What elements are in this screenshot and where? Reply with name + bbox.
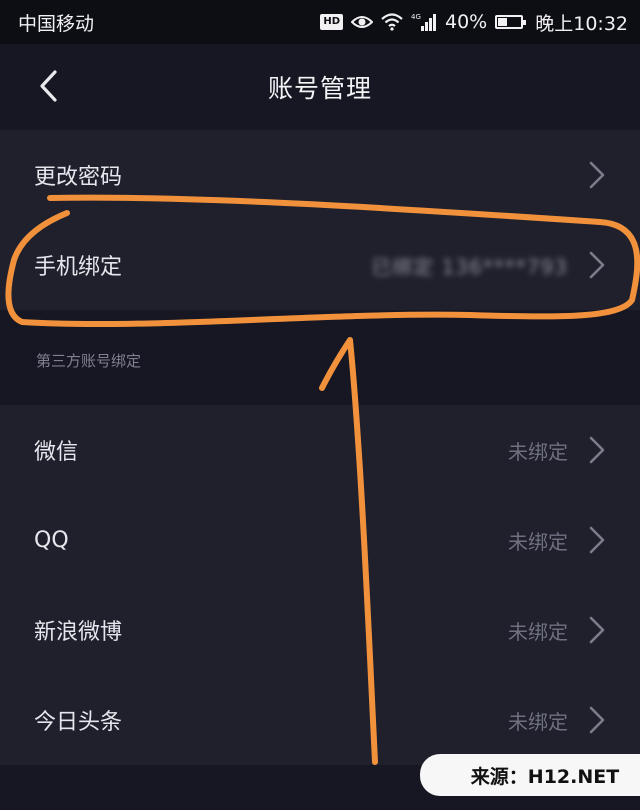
row-label: 微信 [34,440,79,465]
row-value: 未绑定 [508,529,568,554]
status-icons: HD 4G 40% 晚上10:32 [320,9,628,36]
weibo-binding-row[interactable]: 新浪微博 未绑定 [0,585,640,675]
watermark-text: 来源：H12.NET [470,765,620,788]
chevron-right-icon [589,251,605,279]
eye-icon [351,14,373,30]
clock: 晚上10:32 [535,12,628,35]
row-value: 已绑定 136****793 [371,254,568,279]
row-label: 今日头条 [34,710,123,735]
source-watermark: 来源：H12.NET [420,754,640,796]
toutiao-binding-row[interactable]: 今日头条 未绑定 [0,675,640,765]
row-value: 未绑定 [508,709,568,734]
chevron-right-icon [589,161,605,189]
row-value: 未绑定 [508,619,568,644]
row-label: QQ [34,527,69,553]
chevron-right-icon [589,526,605,554]
page-title: 账号管理 [267,74,372,103]
wechat-binding-row[interactable]: 微信 未绑定 [0,405,640,495]
status-bar: 中国移动 HD 4G 40% 晚上10:32 [0,0,640,44]
change-password-row[interactable]: 更改密码 [0,130,640,220]
chevron-left-icon [40,70,57,102]
nav-bar: 账号管理 [0,44,640,130]
hd-icon: HD [320,14,343,30]
chevron-right-icon [589,436,605,464]
battery-icon [495,15,527,29]
section-title: 第三方账号绑定 [36,351,142,370]
network-type: 4G [411,13,421,21]
back-button[interactable] [26,64,70,108]
carrier-name: 中国移动 [18,12,95,35]
signal-icon: 4G [411,12,437,32]
battery-percent: 40% [445,11,488,33]
wifi-icon [381,13,403,31]
row-value: 未绑定 [508,439,568,464]
section-header: 第三方账号绑定 [0,315,640,405]
qq-binding-row[interactable]: QQ 未绑定 [0,495,640,585]
row-label: 新浪微博 [34,620,123,645]
battery-level [498,18,508,26]
chevron-right-icon [589,616,605,644]
row-label: 手机绑定 [34,255,123,280]
phone-binding-row[interactable]: 手机绑定 已绑定 136****793 [0,220,640,310]
chevron-right-icon [589,706,605,734]
row-label: 更改密码 [34,165,123,190]
